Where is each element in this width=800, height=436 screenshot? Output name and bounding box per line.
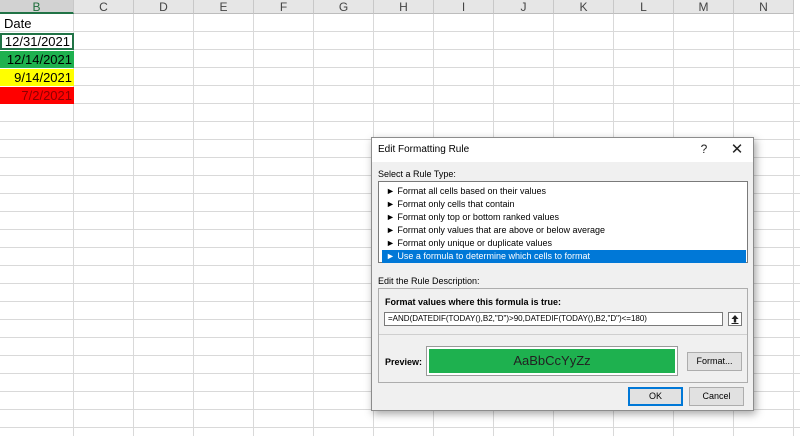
column-header-m[interactable]: M (674, 0, 734, 14)
preview-box: AaBbCcYyZz (426, 346, 678, 376)
row-gridline (0, 121, 800, 122)
rule-type-item[interactable]: ► Format only cells that contain (382, 198, 746, 211)
preview-sample: AaBbCcYyZz (429, 349, 675, 373)
collapse-dialog-button[interactable] (728, 312, 742, 326)
rule-type-label: Select a Rule Type: (378, 169, 456, 179)
rule-type-list[interactable]: ► Format all cells based on their values… (378, 181, 748, 263)
column-header-n[interactable]: N (734, 0, 794, 14)
rule-type-item[interactable]: ► Use a formula to determine which cells… (382, 250, 746, 263)
column-header-f[interactable]: F (254, 0, 314, 14)
row-gridline (0, 427, 800, 428)
dialog-title: Edit Formatting Rule (378, 144, 470, 155)
description-label: Edit the Rule Description: (378, 276, 480, 286)
column-header-i[interactable]: I (434, 0, 494, 14)
date-cell[interactable]: 12/14/2021 (0, 51, 74, 68)
row-gridline (0, 67, 800, 68)
date-cell[interactable]: 12/31/2021 (0, 33, 74, 50)
date-cell[interactable]: 9/14/2021 (0, 69, 74, 86)
format-button[interactable]: Format... (687, 352, 742, 371)
row-gridline (0, 31, 800, 32)
column-header-g[interactable]: G (314, 0, 374, 14)
rule-type-item[interactable]: ► Format only unique or duplicate values (382, 237, 746, 250)
rule-type-item[interactable]: ► Format only top or bottom ranked value… (382, 211, 746, 224)
column-header-h[interactable]: H (374, 0, 434, 14)
column-header-k[interactable]: K (554, 0, 614, 14)
row-gridline (0, 49, 800, 50)
close-icon[interactable]: ✕ (728, 140, 746, 158)
row-gridline (0, 85, 800, 86)
formula-input[interactable]: =AND(DATEDIF(TODAY(),B2,"D")>90,DATEDIF(… (384, 312, 723, 326)
cancel-button[interactable]: Cancel (689, 387, 744, 406)
column-header-d[interactable]: D (134, 0, 194, 14)
column-header-c[interactable]: C (74, 0, 134, 14)
preview-label: Preview: (385, 357, 423, 367)
edit-formatting-rule-dialog: Edit Formatting Rule ? ✕ Select a Rule T… (371, 137, 754, 411)
rule-description-group: Format values where this formula is true… (378, 288, 748, 383)
rule-type-item[interactable]: ► Format all cells based on their values (382, 185, 746, 198)
formula-label: Format values where this formula is true… (385, 297, 562, 307)
row-gridline (0, 103, 800, 104)
dialog-titlebar[interactable]: Edit Formatting Rule ? ✕ (372, 138, 753, 162)
column-header-e[interactable]: E (194, 0, 254, 14)
column-header-l[interactable]: L (614, 0, 674, 14)
ok-button[interactable]: OK (628, 387, 683, 406)
cell-b1-header[interactable]: Date (0, 15, 74, 32)
column-header-j[interactable]: J (494, 0, 554, 14)
help-icon[interactable]: ? (696, 142, 712, 156)
separator (379, 334, 747, 335)
date-cell[interactable]: 7/2/2021 (0, 87, 74, 104)
rule-type-item[interactable]: ► Format only values that are above or b… (382, 224, 746, 237)
column-header-b[interactable]: B (0, 0, 74, 14)
upload-arrow-icon (731, 315, 739, 324)
